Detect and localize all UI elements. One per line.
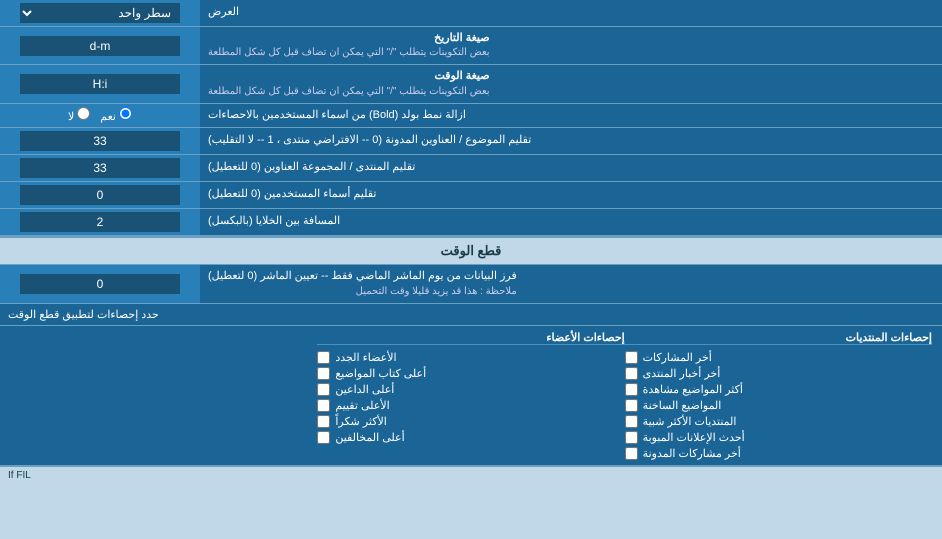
cell-spacing-input[interactable] xyxy=(20,212,180,232)
stats-limit-row: حدد إحصاءات لتطبيق قطع الوقت xyxy=(0,304,942,326)
checkbox-blog-posts[interactable] xyxy=(625,447,638,460)
check-top-authors[interactable]: أعلى كتاب المواضيع xyxy=(317,367,624,380)
checkbox-top-rated[interactable] xyxy=(317,399,330,412)
subject-titles-label: تقليم الموضوع / العناوين المدونة (0 -- ا… xyxy=(200,128,942,154)
radio-no-label[interactable]: لا xyxy=(68,107,90,123)
forum-titles-input[interactable] xyxy=(20,158,180,178)
date-format-input-cell xyxy=(0,27,200,64)
cell-spacing-label: المسافة بين الخلايا (بالبكسل) xyxy=(200,209,942,235)
checkbox-most-thanks[interactable] xyxy=(317,415,330,428)
check-most-similar[interactable]: المنتديات الأكثر شبية xyxy=(625,415,932,428)
usernames-trim-row: تقليم أسماء المستخدمين (0 للتعطيل) xyxy=(0,182,942,209)
usernames-trim-label: تقليم أسماء المستخدمين (0 للتعطيل) xyxy=(200,182,942,208)
check-forum-news[interactable]: أخر أخبار المنتدى xyxy=(625,367,932,380)
checkbox-top-violators[interactable] xyxy=(317,431,330,444)
date-format-row: صيغة التاريخ بعض التكوينات يتطلب "/" الت… xyxy=(0,27,942,65)
checkbox-most-similar[interactable] xyxy=(625,415,638,428)
time-cutoff-input-cell xyxy=(0,265,200,302)
check-hot-topics[interactable]: المواضيع الساخنة xyxy=(625,399,932,412)
checkbox-latest-classifieds[interactable] xyxy=(625,431,638,444)
check-blog-posts[interactable]: أخر مشاركات المدونة xyxy=(625,447,932,460)
date-format-label: صيغة التاريخ بعض التكوينات يتطلب "/" الت… xyxy=(200,27,942,64)
time-format-label: صيغة الوقت بعض التكوينات يتطلب "/" التي … xyxy=(200,65,942,102)
check-latest-classifieds[interactable]: أحدث الإعلانات المبوبة xyxy=(625,431,932,444)
subject-titles-input-cell xyxy=(0,128,200,154)
checkbox-most-viewed[interactable] xyxy=(625,383,638,396)
checkbox-new-members[interactable] xyxy=(317,351,330,364)
time-cutoff-input[interactable] xyxy=(20,274,180,294)
check-top-rated[interactable]: الأعلى تقييم xyxy=(317,399,624,412)
checkbox-last-posts[interactable] xyxy=(625,351,638,364)
checkbox-top-inviters[interactable] xyxy=(317,383,330,396)
check-new-members[interactable]: الأعضاء الجدد xyxy=(317,351,624,364)
radio-yes-label[interactable]: نعم xyxy=(100,107,132,123)
time-format-input-cell xyxy=(0,65,200,102)
cell-spacing-input-cell xyxy=(0,209,200,235)
display-mode-select[interactable]: سطر واحد xyxy=(20,3,180,23)
stats-limit-label: حدد إحصاءات لتطبيق قطع الوقت xyxy=(0,304,942,325)
display-mode-label: العرض xyxy=(200,0,942,26)
forum-titles-row: تقليم المنتدى / المجموعة العناوين (0 للت… xyxy=(0,155,942,182)
radio-yes[interactable] xyxy=(119,107,132,120)
subject-titles-input[interactable] xyxy=(20,131,180,151)
bold-remove-label: ازالة نمط بولد (Bold) من اسماء المستخدمي… xyxy=(200,104,942,127)
stats-col1-header: إحصاءات المنتديات xyxy=(625,331,932,345)
stats-col1: إحصاءات المنتديات أخر المشاركات أخر أخبا… xyxy=(625,331,932,460)
checkbox-top-authors[interactable] xyxy=(317,367,330,380)
usernames-trim-input-cell xyxy=(0,182,200,208)
radio-no[interactable] xyxy=(77,107,90,120)
subject-titles-row: تقليم الموضوع / العناوين المدونة (0 -- ا… xyxy=(0,128,942,155)
display-mode-row: العرض سطر واحد xyxy=(0,0,942,27)
cell-spacing-row: المسافة بين الخلايا (بالبكسل) xyxy=(0,209,942,236)
stats-col3-empty xyxy=(10,331,317,460)
checkbox-forum-news[interactable] xyxy=(625,367,638,380)
usernames-trim-input[interactable] xyxy=(20,185,180,205)
time-section-header: قطع الوقت xyxy=(0,236,942,265)
bold-remove-row: ازالة نمط بولد (Bold) من اسماء المستخدمي… xyxy=(0,104,942,128)
stats-col2-header: إحصاءات الأعضاء xyxy=(317,331,624,345)
bold-remove-radio-cell: نعم لا xyxy=(0,104,200,127)
check-most-viewed[interactable]: أكثر المواضيع مشاهدة xyxy=(625,383,932,396)
check-top-inviters[interactable]: أعلى الداعين xyxy=(317,383,624,396)
time-format-input[interactable] xyxy=(20,74,180,94)
check-last-posts[interactable]: أخر المشاركات xyxy=(625,351,932,364)
date-format-input[interactable] xyxy=(20,36,180,56)
stats-col2: إحصاءات الأعضاء الأعضاء الجدد أعلى كتاب … xyxy=(317,331,624,460)
forum-titles-input-cell xyxy=(0,155,200,181)
checkbox-hot-topics[interactable] xyxy=(625,399,638,412)
time-cutoff-label: فرز البيانات من يوم الماشر الماضي فقط --… xyxy=(200,265,942,302)
bottom-note: If FIL xyxy=(0,466,942,484)
time-cutoff-row: فرز البيانات من يوم الماشر الماضي فقط --… xyxy=(0,265,942,303)
stats-checkboxes-area: إحصاءات المنتديات أخر المشاركات أخر أخبا… xyxy=(0,326,942,466)
display-mode-input[interactable]: سطر واحد xyxy=(0,0,200,26)
forum-titles-label: تقليم المنتدى / المجموعة العناوين (0 للت… xyxy=(200,155,942,181)
time-format-row: صيغة الوقت بعض التكوينات يتطلب "/" التي … xyxy=(0,65,942,103)
check-most-thanks[interactable]: الأكثر شكراً xyxy=(317,415,624,428)
check-top-violators[interactable]: أعلى المخالفين xyxy=(317,431,624,444)
